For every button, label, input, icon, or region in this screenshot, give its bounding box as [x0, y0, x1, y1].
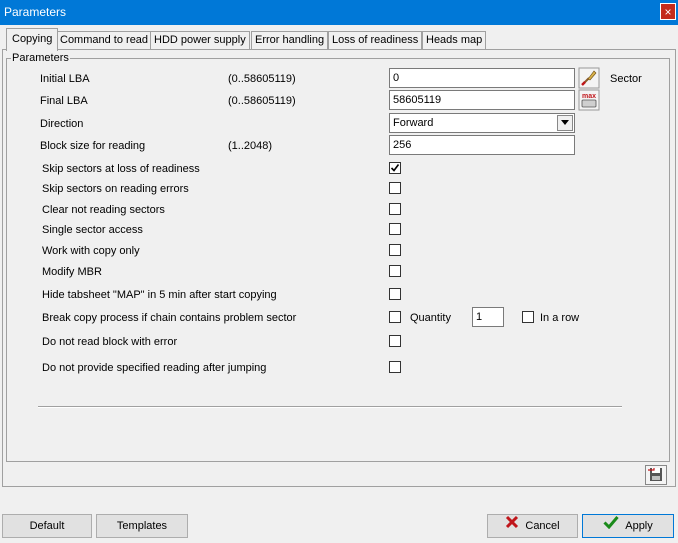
max-icon-text: max [582, 93, 596, 100]
skip-on-reading-errors-checkbox[interactable] [389, 182, 401, 194]
checkbox-label: Break copy process if chain contains pro… [42, 312, 297, 324]
skip-at-loss-of-readiness-checkbox[interactable] [389, 162, 401, 174]
sector-unit-label: Sector [610, 73, 642, 85]
break-copy-process-checkbox[interactable] [389, 311, 401, 323]
divider [38, 406, 622, 408]
tab-heads-map[interactable]: Heads map [422, 31, 487, 50]
tab-loss-of-readiness[interactable]: Loss of readiness [328, 31, 423, 50]
block-size-range: (1..2048) [228, 140, 273, 152]
clear-not-reading-sectors-checkbox[interactable] [389, 203, 401, 215]
save-icon[interactable] [645, 465, 667, 485]
checkbox-label: Do not read block with error [42, 336, 178, 348]
apply-button[interactable]: Apply [582, 514, 674, 538]
templates-button[interactable]: Templates [96, 514, 188, 538]
final-lba-input[interactable]: 58605119 [389, 90, 575, 110]
max-icon[interactable]: max [578, 89, 600, 111]
close-button[interactable]: × [660, 3, 676, 20]
checkbox-label: Modify MBR [42, 266, 102, 278]
initial-lba-input[interactable]: 0 [389, 68, 575, 88]
checkbox-label: Skip sectors on reading errors [42, 183, 189, 195]
checkbox-label: Clear not reading sectors [42, 204, 165, 216]
initial-lba-label: Initial LBA [40, 73, 90, 85]
direction-label: Direction [40, 118, 84, 130]
eraser-icon[interactable] [578, 67, 600, 89]
block-size-input[interactable]: 256 [389, 135, 575, 155]
quantity-input[interactable]: 1 [472, 307, 504, 327]
single-sector-access-checkbox[interactable] [389, 223, 401, 235]
initial-lba-range: (0..58605119) [228, 73, 296, 85]
window-title: Parameters [4, 5, 67, 19]
cancel-button[interactable]: Cancel [487, 514, 578, 538]
checkbox-label: Single sector access [42, 224, 143, 236]
block-size-label: Block size for reading [40, 140, 146, 152]
chevron-down-icon[interactable] [557, 115, 573, 131]
checkbox-label: Skip sectors at loss of readiness [42, 163, 200, 175]
do-not-read-block-checkbox[interactable] [389, 335, 401, 347]
tab-copying[interactable]: Copying [6, 28, 59, 51]
parameters-group-legend: Parameters [11, 52, 70, 64]
green-check-icon [603, 515, 619, 537]
final-lba-range: (0..58605119) [228, 95, 296, 107]
quantity-label: Quantity [410, 312, 451, 324]
tab-hdd-power-supply[interactable]: HDD power supply [150, 31, 250, 50]
hide-map-tabsheet-checkbox[interactable] [389, 288, 401, 300]
modify-mbr-checkbox[interactable] [389, 265, 401, 277]
tab-error-handling[interactable]: Error handling [251, 31, 329, 50]
red-x-icon [505, 515, 519, 537]
check-icon [390, 164, 400, 172]
checkbox-label: Hide tabsheet "MAP" in 5 min after start… [42, 289, 277, 301]
cancel-button-label: Cancel [525, 520, 560, 532]
default-button[interactable]: Default [2, 514, 92, 538]
work-with-copy-only-checkbox[interactable] [389, 244, 401, 256]
direction-select[interactable]: Forward [389, 113, 575, 133]
tab-command-to-read[interactable]: Command to read [56, 31, 153, 50]
checkbox-label: Do not provide specified reading after j… [42, 362, 267, 374]
final-lba-label: Final LBA [40, 95, 88, 107]
direction-select-value: Forward [393, 117, 434, 129]
in-a-row-label: In a row [540, 312, 580, 324]
in-a-row-checkbox[interactable] [522, 311, 534, 323]
do-not-provide-reading-checkbox[interactable] [389, 361, 401, 373]
title-bar: Parameters × [0, 0, 678, 25]
apply-button-label: Apply [625, 520, 653, 532]
checkbox-label: Work with copy only [42, 245, 140, 257]
